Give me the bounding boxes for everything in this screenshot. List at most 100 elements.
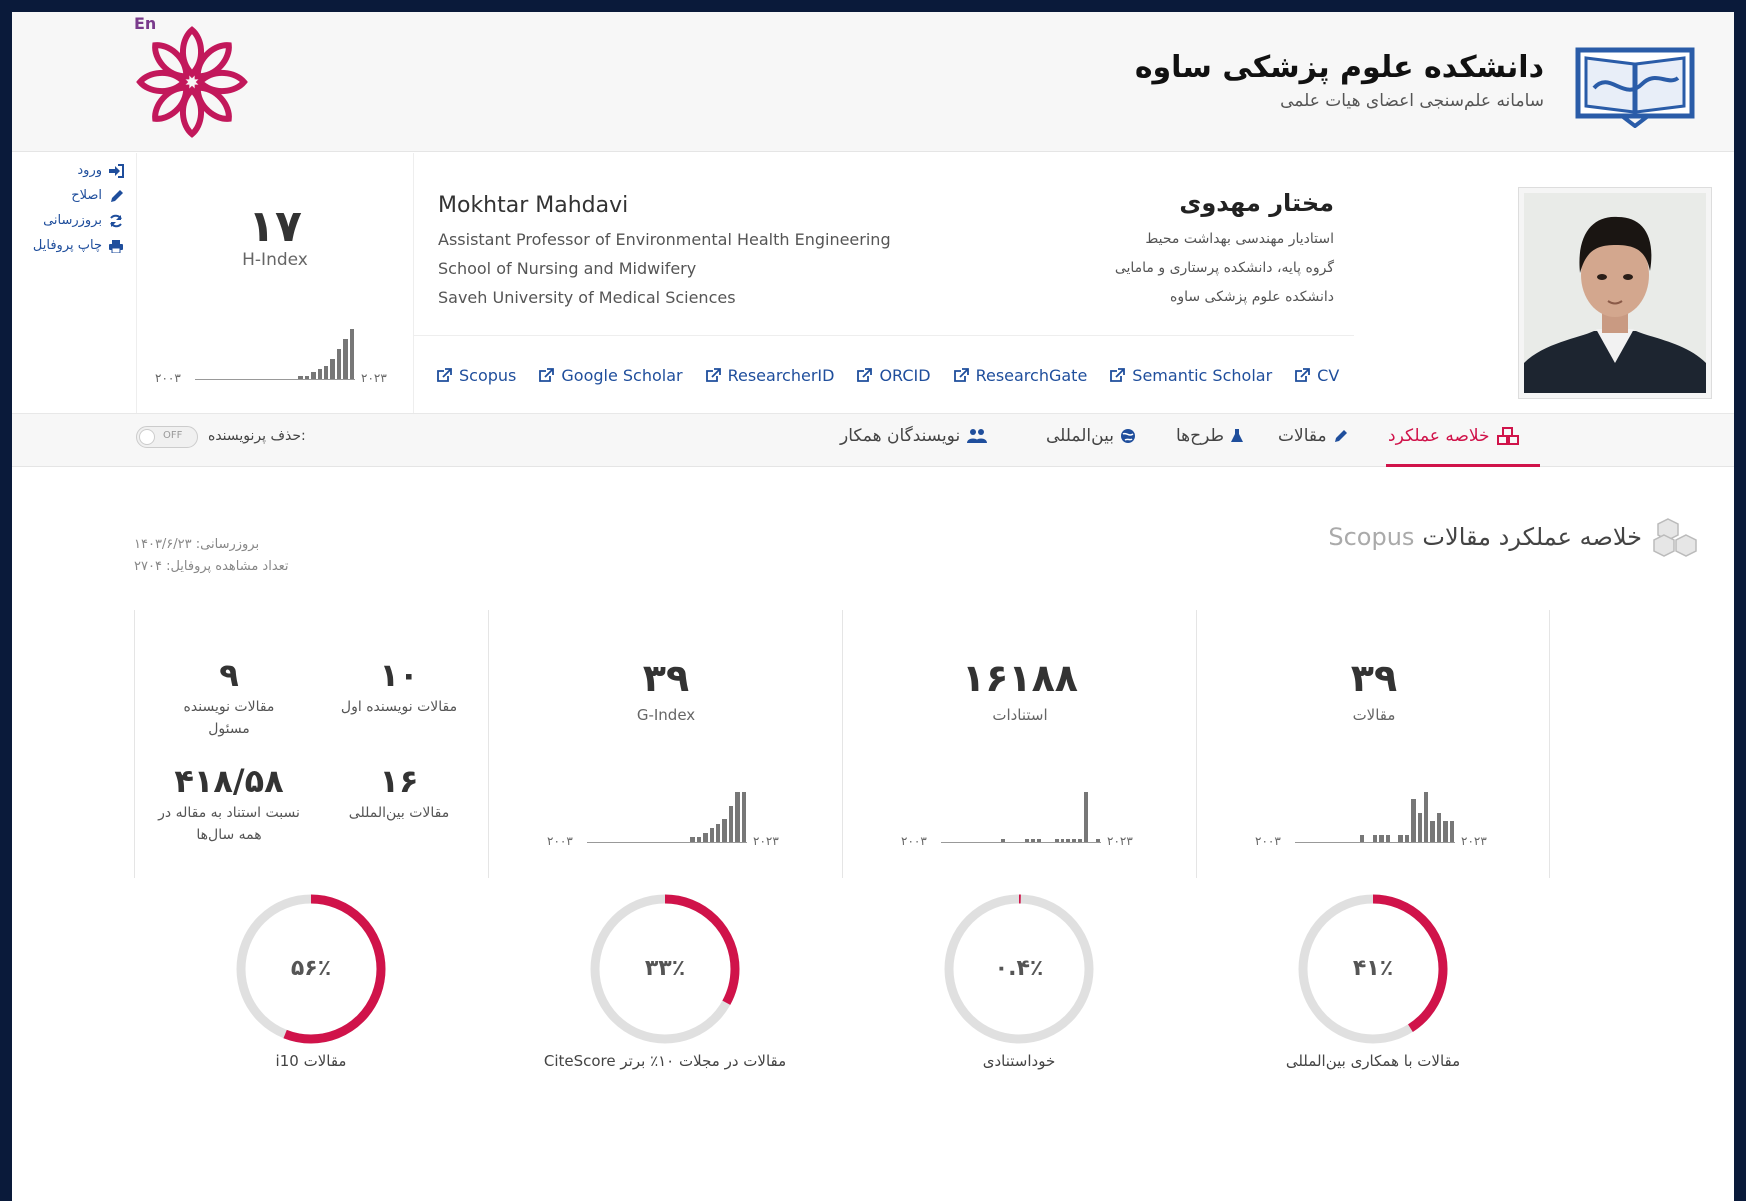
external-link-label: ResearcherID [727, 366, 835, 385]
sparkline-end-label: ۲۰۲۳ [1461, 834, 1487, 848]
person-info: Mokhtar Mahdavi Assistant Professor of E… [414, 153, 1354, 457]
university-name: دانشکده علوم پزشکی ساوه [1134, 50, 1544, 85]
sparkline-bar [728, 805, 734, 842]
tab-international[interactable]: بین‌المللی [1046, 426, 1136, 446]
sparkline-bar [1360, 834, 1365, 842]
users-icon [967, 429, 988, 443]
external-link-scopus[interactable]: Scopus [436, 366, 516, 385]
pencil-icon [1334, 430, 1347, 442]
external-link-semantic-scholar[interactable]: Semantic Scholar [1109, 366, 1272, 385]
tab-articles-label: مقالات [1278, 426, 1327, 446]
sparkline-bar [311, 372, 316, 379]
sparkline-bar [304, 375, 310, 379]
sparkline-end-label: ۲۰۲۳ [753, 834, 779, 848]
external-link-icon [705, 368, 721, 382]
h-index-label: H-Index [242, 250, 308, 270]
external-link-cv[interactable]: CV [1294, 366, 1339, 385]
title-fa: استادیار مهندسی بهداشت محیط [1145, 231, 1334, 247]
sparkline-bar [741, 792, 746, 842]
login-link[interactable]: ورود [24, 163, 124, 178]
external-link-label: ResearchGate [975, 366, 1088, 385]
external-link-label: CV [1317, 366, 1340, 385]
sparkline-bar [1430, 820, 1435, 842]
articles-card: ۳۹ مقالات ۲۰۰۳ ۲۰۲۳ [1196, 610, 1550, 878]
section-source: Scopus [1328, 523, 1415, 551]
tab-articles[interactable]: مقالات [1278, 426, 1349, 446]
site-header: En دانشکده علوم پزشکی ساوه سامانه علم‌سن… [12, 12, 1734, 152]
pencil-icon [111, 189, 123, 202]
international-stat: ۱۶ مقالات بین‌المللی [319, 762, 479, 824]
profile-section: ورود اصلاح بروزرسانی چاپ پروفایل ۱۷ H-In… [12, 153, 1734, 457]
articles-label: مقالات [1352, 706, 1396, 724]
external-link-researchgate[interactable]: ResearchGate [953, 366, 1088, 385]
corresponding-author-value: ۹ [219, 656, 239, 694]
english-info: Mokhtar Mahdavi Assistant Professor of E… [438, 193, 958, 317]
donut-chart: ۰.۴٪ [940, 890, 1098, 1048]
donut-label: خوداستنادی [982, 1052, 1056, 1070]
sparkline-bar [1078, 839, 1083, 842]
university-fa: دانشکده علوم پزشکی ساوه [1169, 289, 1334, 305]
sparkline-start-label: ۲۰۰۳ [1255, 834, 1281, 848]
g-index-value: ۳۹ [642, 656, 690, 700]
external-link-icon [539, 368, 555, 382]
university-logo [136, 26, 248, 138]
tab-international-label: بین‌المللی [1046, 426, 1114, 446]
refresh-link[interactable]: بروزرسانی [24, 213, 124, 228]
sparkline-bar [1385, 834, 1390, 842]
sparkline-bar [1436, 813, 1442, 842]
print-profile-link[interactable]: چاپ پروفایل [24, 238, 124, 253]
school-en: School of Nursing and Midwifery [438, 259, 697, 278]
external-link-orcid[interactable]: ORCID [856, 366, 931, 385]
corresponding-author-label: مقالات نویسنده مسئول [183, 699, 275, 737]
sparkline-bar [343, 339, 348, 379]
profile-meta: بروزرسانی: ۱۴۰۳/۶/۲۳ تعداد مشاهده پروفای… [134, 534, 289, 578]
tab-summary[interactable]: خلاصه عملکرد [1388, 426, 1520, 446]
profile-photo [1518, 187, 1712, 399]
refresh-icon [110, 214, 122, 227]
sparkline-baseline [587, 842, 747, 843]
external-link-label: Semantic Scholar [1132, 366, 1273, 385]
remove-prolific-author-toggle[interactable]: OFF [136, 426, 198, 448]
corresponding-author-stat: ۹ مقالات نویسنده مسئول [149, 656, 309, 740]
globe-icon [1120, 429, 1135, 443]
edit-link[interactable]: اصلاح [24, 188, 124, 203]
h-index-sparkline: ۲۰۰۳ ۲۰۲۳ [155, 323, 395, 389]
sparkline-start-label: ۲۰۰۳ [155, 371, 181, 385]
sparkline-baseline [1295, 842, 1455, 843]
edit-label: اصلاح [71, 188, 102, 203]
title-en: Assistant Professor of Environmental Hea… [438, 230, 891, 249]
sparkline-bar [716, 823, 721, 842]
university-title: دانشکده علوم پزشکی ساوه سامانه علم‌سنجی … [1135, 50, 1544, 111]
external-link-researcherid[interactable]: ResearcherID [705, 366, 835, 385]
citation-ratio-value: ۴۱۸/۵۸ [174, 762, 284, 800]
sparkline-bar [1411, 799, 1416, 842]
system-subtitle: سامانه علم‌سنجی اعضای هیات علمی [1280, 91, 1544, 111]
sparkline-bar [1036, 839, 1041, 842]
sparkline-bar [1424, 792, 1429, 842]
sparkline-bar [1417, 813, 1422, 842]
sign-in-icon [109, 163, 124, 178]
sparkline-bar [703, 832, 708, 842]
tab-projects[interactable]: طرح‌ها [1176, 426, 1244, 446]
external-link-icon [437, 368, 452, 382]
external-link-google-scholar[interactable]: Google Scholar [538, 366, 683, 385]
login-label: ورود [77, 163, 102, 178]
donut-percentage: ۵۶٪ [290, 956, 332, 981]
external-link-icon [1295, 368, 1311, 382]
sparkline-bar [735, 792, 740, 842]
tab-projects-label: طرح‌ها [1176, 426, 1225, 446]
cubes-icon [1496, 427, 1519, 445]
tab-coauthors[interactable]: نویسندگان همکار [840, 426, 988, 446]
g-index-card: ۳۹ G-Index ۲۰۰۳ ۲۰۲۳ [488, 610, 842, 878]
g-index-label: G-Index [636, 706, 696, 724]
international-value: ۱۶ [379, 762, 419, 800]
sparkline-bar [1084, 792, 1089, 842]
profile-actions: ورود اصلاح بروزرسانی چاپ پروفایل [24, 163, 124, 263]
sparkline-bar [1001, 839, 1006, 842]
stats-cards: ۹ مقالات نویسنده مسئول ۱۰ مقالات نویسنده… [134, 610, 1552, 878]
toggle-label: حذف پرنویسنده: [208, 428, 306, 444]
section-heading: خلاصه عملکرد مقالات [1422, 523, 1642, 551]
first-author-stat: ۱۰ مقالات نویسنده اول [319, 656, 479, 718]
h-index-value: ۱۷ [248, 201, 302, 252]
sparkline-bar [349, 329, 354, 379]
